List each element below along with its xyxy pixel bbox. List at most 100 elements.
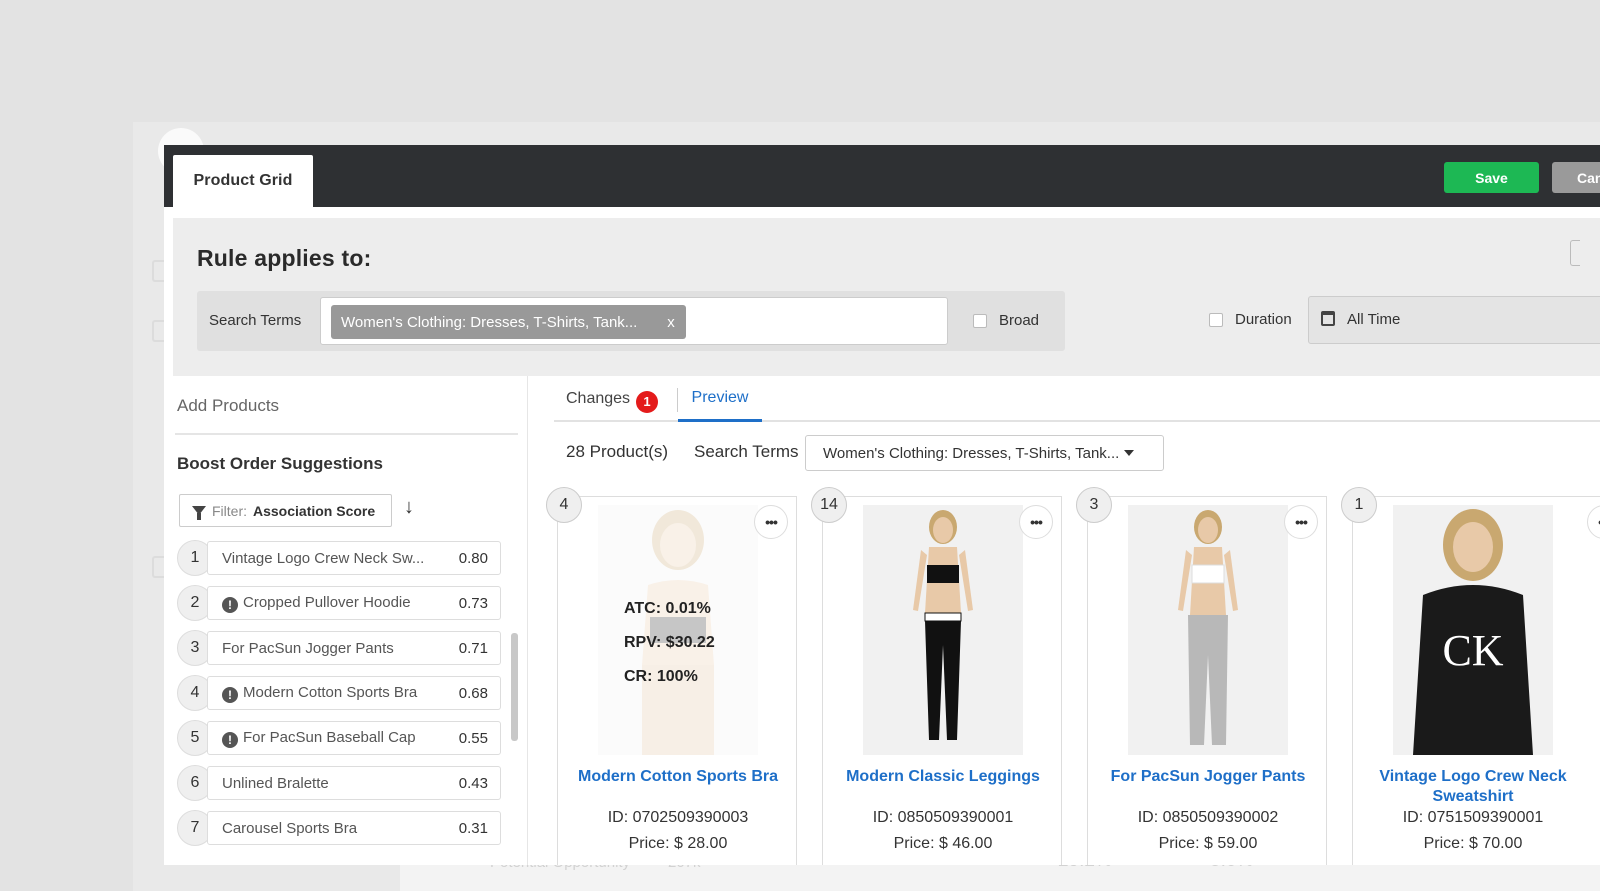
product-price: Price: $ 59.00: [1158, 835, 1258, 852]
sort-direction-icon[interactable]: ↓: [404, 496, 414, 519]
list-item[interactable]: 7 Carousel Sports Bra 0.31: [177, 808, 502, 853]
ghost-sidebar-icon: [152, 320, 164, 342]
list-item[interactable]: 3 For PacSun Jogger Pants 0.71: [177, 628, 502, 673]
list-item[interactable]: 6 Unlined Bralette 0.43: [177, 763, 502, 808]
duration-label: Duration: [1235, 311, 1292, 328]
filter-icon: [192, 506, 206, 520]
suggestion-score: 0.68: [458, 684, 488, 702]
product-grid-window: Product Grid Save Can Rule applies to: S…: [164, 145, 1600, 865]
suggestion-score: 0.55: [458, 729, 488, 747]
tab-changes[interactable]: Changes 1: [566, 390, 659, 413]
product-name-link[interactable]: Modern Cotton Sports Bra: [566, 767, 790, 787]
product-name-link[interactable]: Vintage Logo Crew Neck Sweatshirt: [1361, 767, 1585, 807]
position-badge: 14: [811, 487, 847, 523]
cr-stat: CR: 100%: [624, 668, 698, 685]
list-item[interactable]: 2 ! Cropped Pullover Hoodie 0.73: [177, 583, 502, 628]
suggestion-name: For PacSun Baseball Cap: [243, 728, 416, 746]
suggestion-card[interactable]: ! Cropped Pullover Hoodie 0.73: [207, 586, 501, 620]
search-terms-select[interactable]: Women's Clothing: Dresses, T-Shirts, Tan…: [805, 435, 1164, 471]
suggestion-score: 0.73: [458, 594, 488, 612]
product-price: Price: $ 70.00: [1423, 835, 1523, 852]
suggestion-name: Vintage Logo Crew Neck Sw...: [222, 549, 425, 567]
suggestion-card[interactable]: Unlined Bralette 0.43: [207, 766, 501, 800]
suggestion-score: 0.43: [458, 774, 488, 792]
suggestion-name: Carousel Sports Bra: [222, 819, 358, 837]
add-products-link[interactable]: Add Products: [177, 396, 279, 416]
date-range-select[interactable]: All Time: [1308, 296, 1600, 344]
chip-remove-icon[interactable]: x: [656, 314, 686, 331]
position-badge: 3: [1076, 487, 1112, 523]
panel-toggle[interactable]: [1570, 240, 1580, 266]
rpv-stat: RPV: $30.22: [624, 634, 715, 651]
model-photo: [1128, 505, 1288, 755]
divider: [175, 433, 518, 435]
scrollbar[interactable]: [511, 633, 518, 741]
product-card[interactable]: 1 ••• CK Vintage Logo Crew Neck Sweatshi…: [1341, 487, 1600, 865]
filter-dropdown[interactable]: Filter: Association Score: [179, 494, 392, 527]
search-terms-row: Search Terms Women's Clothing: Dresses, …: [197, 291, 1065, 351]
tab-product-grid[interactable]: Product Grid: [173, 155, 313, 207]
product-id: ID: 0850509390002: [1137, 809, 1279, 826]
broad-label: Broad: [999, 312, 1040, 329]
ghost-sidebar-icon: [152, 556, 164, 578]
list-item[interactable]: 4 ! Modern Cotton Sports Bra 0.68: [177, 673, 502, 718]
filter-prefix: Filter:: [212, 502, 247, 519]
cancel-button[interactable]: Can: [1552, 162, 1600, 193]
model-photo: [863, 505, 1023, 755]
chevron-down-icon: [1124, 450, 1135, 456]
duration-checkbox[interactable]: [1209, 313, 1223, 327]
list-item[interactable]: 5 ! For PacSun Baseball Cap 0.55: [177, 718, 502, 763]
suggestion-score: 0.31: [458, 819, 488, 837]
atc-stat: ATC: 0.01%: [624, 600, 711, 617]
warning-icon: !: [222, 731, 238, 748]
search-terms-label: Search Terms: [694, 442, 799, 461]
product-card[interactable]: 4 ••• ATC: 0.01% RPV: $30.22 CR: 100% Mo…: [546, 487, 797, 865]
search-terms-input[interactable]: Women's Clothing: Dresses, T-Shirts, Tan…: [320, 297, 948, 345]
product-image: CK: [1393, 505, 1553, 755]
suggestion-name: For PacSun Jogger Pants: [222, 639, 394, 657]
rule-title: Rule applies to:: [197, 245, 372, 271]
more-options-icon[interactable]: •••: [754, 505, 788, 539]
filter-value: Association Score: [253, 502, 376, 519]
more-options-icon[interactable]: •••: [1587, 505, 1600, 539]
suggestion-card[interactable]: ! Modern Cotton Sports Bra 0.68: [207, 676, 501, 710]
search-terms-value: Women's Clothing: Dresses, T-Shirts, Tan…: [823, 444, 1120, 462]
product-id: ID: 0702509390003: [607, 809, 749, 826]
date-range-value: All Time: [1347, 311, 1401, 328]
suggestion-score: 0.71: [458, 639, 488, 657]
warning-icon: !: [222, 686, 238, 703]
suggestion-score: 0.80: [458, 549, 488, 567]
ghost-sidebar-icon: [152, 260, 164, 282]
model-photo: CK: [1393, 505, 1553, 755]
suggestion-card[interactable]: For PacSun Jogger Pants 0.71: [207, 631, 501, 665]
suggestion-name: Modern Cotton Sports Bra: [243, 683, 418, 701]
svg-text:CK: CK: [1442, 626, 1503, 675]
left-column: Add Products Boost Order Suggestions Fil…: [164, 376, 528, 865]
more-options-icon[interactable]: •••: [1284, 505, 1318, 539]
search-terms-label: Search Terms: [209, 312, 302, 329]
calendar-icon: [1321, 311, 1335, 326]
product-card[interactable]: 14 ••• Modern Classic Leggings ID: 08505…: [811, 487, 1062, 865]
product-card[interactable]: 3 ••• For PacSun Jogger Pants ID: 085050…: [1076, 487, 1327, 865]
product-id: ID: 0850509390001: [872, 809, 1014, 826]
suggestion-card[interactable]: Carousel Sports Bra 0.31: [207, 811, 501, 845]
product-price: Price: $ 28.00: [628, 835, 728, 852]
tab-preview[interactable]: Preview: [678, 376, 762, 422]
product-price: Price: $ 46.00: [893, 835, 993, 852]
suggestion-name: Cropped Pullover Hoodie: [243, 593, 411, 611]
chip-text: Women's Clothing: Dresses, T-Shirts, Tan…: [341, 313, 638, 331]
product-image: [1128, 505, 1288, 755]
product-id: ID: 0751509390001: [1402, 809, 1544, 826]
product-name-link[interactable]: For PacSun Jogger Pants: [1096, 767, 1320, 787]
more-options-icon[interactable]: •••: [1019, 505, 1053, 539]
broad-checkbox[interactable]: [973, 314, 987, 328]
suggestion-card[interactable]: Vintage Logo Crew Neck Sw... 0.80: [207, 541, 501, 575]
product-name-link[interactable]: Modern Classic Leggings: [831, 767, 1055, 787]
suggestion-list: 1 Vintage Logo Crew Neck Sw... 0.80 2 ! C…: [177, 538, 502, 853]
suggestion-card[interactable]: ! For PacSun Baseball Cap 0.55: [207, 721, 501, 755]
position-badge: 1: [1341, 487, 1377, 523]
preview-tabs: Changes 1 Preview: [554, 376, 1600, 422]
warning-icon: !: [222, 596, 238, 613]
save-button[interactable]: Save: [1444, 162, 1539, 193]
list-item[interactable]: 1 Vintage Logo Crew Neck Sw... 0.80: [177, 538, 502, 583]
